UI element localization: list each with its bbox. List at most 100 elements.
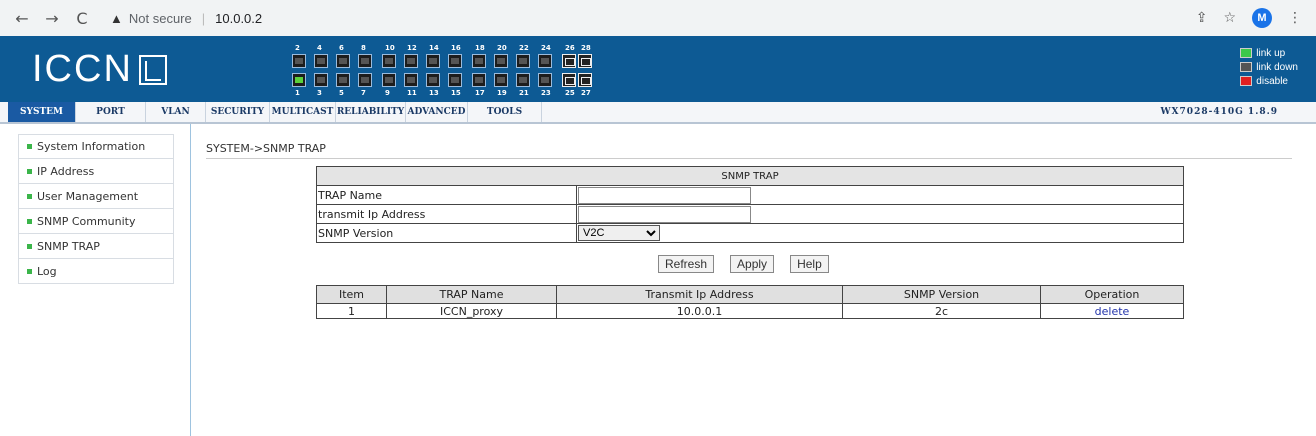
delete-link[interactable]: delete bbox=[1095, 305, 1130, 318]
port-number-label: 28 bbox=[581, 44, 591, 52]
port-icon[interactable] bbox=[472, 73, 486, 87]
bullet-icon bbox=[27, 168, 32, 174]
snmp-version-label: SNMP Version bbox=[316, 223, 577, 243]
cell-item: 1 bbox=[316, 303, 387, 319]
col-operation: Operation bbox=[1040, 285, 1184, 304]
sidebar: System Information IP Address User Manag… bbox=[18, 134, 174, 284]
col-trap-name: TRAP Name bbox=[386, 285, 557, 304]
kebab-menu-icon[interactable]: ⋮ bbox=[1288, 10, 1302, 26]
sidebar-item-user-management[interactable]: User Management bbox=[18, 184, 174, 209]
cell-operation: delete bbox=[1040, 303, 1184, 319]
sidebar-item-label: SNMP TRAP bbox=[37, 239, 100, 253]
port-icon[interactable] bbox=[516, 73, 530, 87]
ip-address-label: transmit Ip Address bbox=[316, 204, 577, 224]
port-number-label: 27 bbox=[581, 89, 591, 97]
trap-name-cell bbox=[576, 185, 1184, 205]
sidebar-item-label: SNMP Community bbox=[37, 214, 136, 228]
reload-icon[interactable]: C bbox=[74, 9, 90, 28]
refresh-button[interactable]: Refresh bbox=[658, 255, 715, 273]
port-icon[interactable] bbox=[358, 54, 372, 68]
port-icon[interactable] bbox=[578, 73, 592, 87]
profile-avatar[interactable]: M bbox=[1252, 8, 1272, 28]
port-number-label: 20 bbox=[497, 44, 507, 52]
star-icon[interactable]: ☆ bbox=[1223, 10, 1236, 26]
port-icon[interactable] bbox=[404, 73, 418, 87]
back-icon[interactable]: ← bbox=[14, 9, 30, 28]
menu-vlan[interactable]: VLAN bbox=[146, 102, 206, 122]
port-number-label: 9 bbox=[385, 89, 390, 97]
port-icon[interactable] bbox=[472, 54, 486, 68]
port-icon[interactable] bbox=[336, 73, 350, 87]
sidebar-item-label: System Information bbox=[37, 140, 146, 153]
col-item: Item bbox=[316, 285, 387, 304]
port-icon[interactable] bbox=[426, 54, 440, 68]
port-icon[interactable] bbox=[494, 73, 508, 87]
port-icon[interactable] bbox=[578, 54, 592, 68]
menu-security[interactable]: SECURITY bbox=[206, 102, 270, 122]
port-number-label: 21 bbox=[519, 89, 529, 97]
apply-button[interactable]: Apply bbox=[730, 255, 775, 273]
port-number-label: 10 bbox=[385, 44, 395, 52]
form-title: SNMP TRAP bbox=[316, 166, 1184, 186]
port-icon[interactable] bbox=[382, 73, 396, 87]
port-icon[interactable] bbox=[494, 54, 508, 68]
legend-link-up: link up bbox=[1240, 46, 1298, 60]
legend-up-label: link up bbox=[1256, 47, 1286, 59]
menu-advanced[interactable]: ADVANCED bbox=[406, 102, 468, 122]
security-label: Not secure bbox=[128, 10, 192, 26]
port-number-label: 18 bbox=[475, 44, 485, 52]
port-icon[interactable] bbox=[292, 73, 306, 87]
help-button[interactable]: Help bbox=[790, 255, 829, 273]
menu-system[interactable]: SYSTEM bbox=[8, 102, 76, 122]
port-icon[interactable] bbox=[448, 54, 462, 68]
trap-name-label: TRAP Name bbox=[316, 185, 577, 205]
trap-list-table: Item TRAP Name Transmit Ip Address SNMP … bbox=[316, 285, 1184, 319]
port-icon[interactable] bbox=[314, 54, 328, 68]
port-number-label: 6 bbox=[339, 44, 344, 52]
port-icon[interactable] bbox=[336, 54, 350, 68]
sidebar-item-snmp-community[interactable]: SNMP Community bbox=[18, 209, 174, 234]
menu-multicast[interactable]: MULTICAST bbox=[270, 102, 336, 122]
ip-address-input[interactable] bbox=[578, 205, 751, 223]
logo: ICCN bbox=[32, 48, 167, 91]
port-number-label: 13 bbox=[429, 89, 439, 97]
port-number-label: 19 bbox=[497, 89, 507, 97]
trap-name-input[interactable] bbox=[578, 186, 751, 204]
browser-nav: ← → C bbox=[14, 9, 90, 28]
menu-tools[interactable]: TOOLS bbox=[468, 102, 542, 122]
legend-link-down: link down bbox=[1240, 60, 1298, 74]
snmp-version-cell: V2C bbox=[576, 223, 1184, 243]
port-icon[interactable] bbox=[404, 54, 418, 68]
port-number-label: 1 bbox=[295, 89, 300, 97]
port-icon[interactable] bbox=[562, 73, 576, 87]
snmp-version-select[interactable]: V2C bbox=[578, 225, 660, 241]
port-icon[interactable] bbox=[562, 54, 576, 68]
port-icon[interactable] bbox=[358, 73, 372, 87]
port-icon[interactable] bbox=[538, 73, 552, 87]
forward-icon[interactable]: → bbox=[44, 9, 60, 28]
port-icon[interactable] bbox=[292, 54, 306, 68]
col-transmit-ip: Transmit Ip Address bbox=[556, 285, 843, 304]
port-icon[interactable] bbox=[448, 73, 462, 87]
port-number-label: 11 bbox=[407, 89, 417, 97]
logo-building-icon bbox=[138, 54, 167, 85]
port-number-label: 5 bbox=[339, 89, 344, 97]
share-icon[interactable]: ⇪ bbox=[1196, 10, 1208, 26]
port-number-label: 17 bbox=[475, 89, 485, 97]
address-bar[interactable]: ▲ Not secure | 10.0.0.2 bbox=[110, 11, 262, 26]
sidebar-item-ip-address[interactable]: IP Address bbox=[18, 159, 174, 184]
port-icon[interactable] bbox=[382, 54, 396, 68]
url-text[interactable]: 10.0.0.2 bbox=[215, 11, 262, 26]
menu-port[interactable]: PORT bbox=[76, 102, 146, 122]
port-icon[interactable] bbox=[314, 73, 328, 87]
port-icon[interactable] bbox=[516, 54, 530, 68]
port-icon[interactable] bbox=[426, 73, 440, 87]
port-icon[interactable] bbox=[538, 54, 552, 68]
menu-reliability[interactable]: RELIABILITY bbox=[336, 102, 406, 122]
ip-address-cell bbox=[576, 204, 1184, 224]
sidebar-item-snmp-trap[interactable]: SNMP TRAP bbox=[18, 234, 174, 259]
sidebar-item-system-information[interactable]: System Information bbox=[18, 134, 174, 159]
sidebar-item-log[interactable]: Log bbox=[18, 259, 174, 284]
link-down-swatch bbox=[1240, 62, 1253, 72]
sidebar-item-label: User Management bbox=[37, 189, 139, 203]
